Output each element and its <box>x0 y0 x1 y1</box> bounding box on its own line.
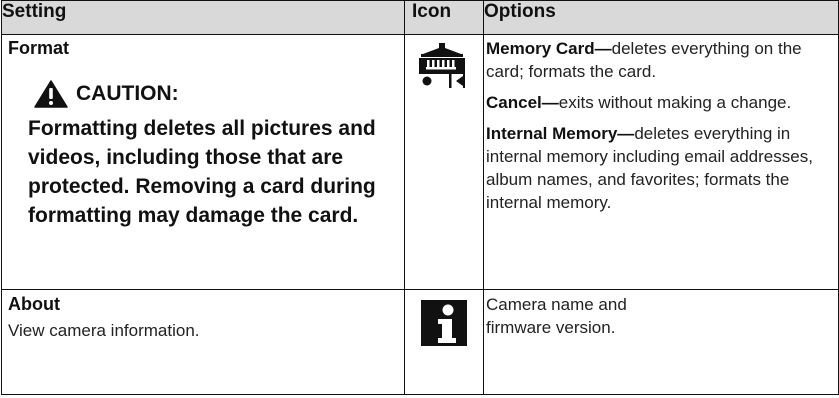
about-row: About View camera information. Camera na… <box>1 289 839 395</box>
caution-label: CAUTION: <box>76 82 179 105</box>
settings-table: Setting Icon Options Format CAUTION: For… <box>1 0 839 395</box>
info-icon <box>421 300 467 346</box>
about-title: About <box>8 294 60 314</box>
header-setting: Setting <box>1 0 405 35</box>
header-options: Options <box>483 0 839 35</box>
header-icon: Icon <box>404 0 484 35</box>
about-setting-cell: About View camera information. <box>1 289 405 395</box>
about-desc: View camera information. <box>8 321 200 340</box>
format-setting-cell: Format CAUTION: Formatting deletes all p… <box>1 34 405 290</box>
format-title: Format <box>8 38 70 58</box>
option-internal-memory: Internal Memory—deletes everything in in… <box>486 124 813 212</box>
about-options: Camera name and firmware version. <box>486 295 627 337</box>
about-icon-cell <box>404 289 484 395</box>
caution-box: CAUTION: Formatting deletes all pictures… <box>28 80 404 230</box>
warning-icon <box>34 80 68 108</box>
format-options-cell: Memory Card—deletes everything on the ca… <box>483 34 839 290</box>
caution-heading: CAUTION: <box>28 80 404 108</box>
header-row: Setting Icon Options <box>1 0 839 35</box>
format-row: Format CAUTION: Formatting deletes all p… <box>1 34 839 290</box>
option-memory-card: Memory Card—deletes everything on the ca… <box>486 39 802 81</box>
format-icon-cell <box>404 34 484 290</box>
option-cancel: Cancel—exits without making a change. <box>486 93 792 112</box>
about-options-cell: Camera name and firmware version. <box>483 289 839 395</box>
caution-text: Formatting deletes all pictures and vide… <box>28 117 376 227</box>
format-card-icon <box>419 43 465 88</box>
